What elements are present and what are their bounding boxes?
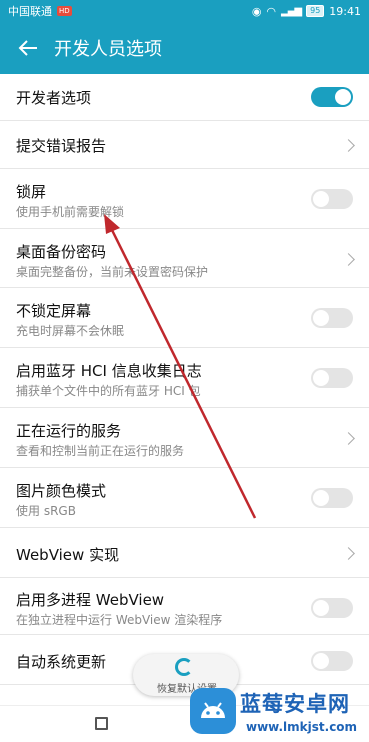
setting-stay-awake[interactable]: 不锁定屏幕 充电时屏幕不会休眠 — [0, 288, 369, 348]
chevron-right-icon — [342, 253, 355, 266]
setting-label: 启用多进程 WebView — [16, 591, 165, 609]
setting-developer-options[interactable]: 开发者选项 — [0, 74, 369, 121]
setting-webview-implementation[interactable]: WebView 实现 — [0, 528, 369, 578]
setting-bluetooth-hci-log[interactable]: 启用蓝牙 HCI 信息收集日志 捕获单个文件中的所有蓝牙 HCI 包 — [0, 348, 369, 408]
setting-label: 自动系统更新 — [16, 653, 107, 671]
setting-label: 不锁定屏幕 — [16, 302, 92, 320]
picture-color-mode-toggle[interactable] — [311, 488, 353, 508]
multiprocess-webview-toggle[interactable] — [311, 598, 353, 618]
setting-subtitle: 查看和控制当前正在运行的服务 — [16, 444, 185, 458]
eye-icon: ◉ — [251, 4, 262, 18]
setting-multiprocess-webview[interactable]: 启用多进程 WebView 在独立进程中运行 WebView 渲染程序 — [0, 578, 369, 635]
watermark-url: www.lmkjst.com — [246, 720, 358, 734]
loading-spinner-icon — [175, 658, 193, 676]
setting-label: 提交错误报告 — [16, 137, 107, 155]
setting-subtitle: 捕获单个文件中的所有蓝牙 HCI 包 — [16, 384, 201, 398]
carrier-name: 中国联通 — [8, 5, 52, 18]
chevron-right-icon — [342, 432, 355, 445]
battery-icon: 95 — [306, 5, 325, 17]
developer-options-toggle[interactable] — [311, 87, 353, 107]
back-arrow-icon[interactable] — [8, 22, 48, 74]
automatic-updates-toggle[interactable] — [311, 651, 353, 671]
setting-label: 桌面备份密码 — [16, 243, 107, 261]
recent-apps-icon[interactable] — [95, 717, 108, 730]
setting-subtitle: 桌面完整备份，当前未设置密码保护 — [16, 265, 209, 279]
setting-label: WebView 实现 — [16, 546, 120, 564]
setting-label: 开发者选项 — [16, 89, 92, 107]
lock-screen-toggle[interactable] — [311, 189, 353, 209]
setting-label: 图片颜色模式 — [16, 482, 107, 500]
setting-subtitle: 充电时屏幕不会休眠 — [16, 324, 125, 338]
setting-label: 正在运行的服务 — [16, 422, 122, 440]
status-bar: 中国联通 HD ◉ ◠ ▂▄▆ 95 19:41 — [0, 0, 369, 22]
setting-running-services[interactable]: 正在运行的服务 查看和控制当前正在运行的服务 — [0, 408, 369, 468]
chevron-right-icon — [342, 547, 355, 560]
wifi-icon: ◠ — [266, 4, 277, 18]
setting-lock-screen[interactable]: 锁屏 使用手机前需要解锁 — [0, 169, 369, 229]
setting-desktop-backup-password[interactable]: 桌面备份密码 桌面完整备份，当前未设置密码保护 — [0, 229, 369, 288]
signal-icon: ▂▄▆ — [281, 5, 302, 17]
watermark: 蓝莓安卓网 www.lmkjst.com — [190, 680, 369, 741]
setting-subtitle: 使用 sRGB — [16, 504, 76, 518]
setting-subtitle: 使用手机前需要解锁 — [16, 205, 125, 219]
watermark-name: 蓝莓安卓网 — [240, 692, 350, 716]
clock: 19:41 — [329, 4, 361, 18]
setting-submit-bug-report[interactable]: 提交错误报告 — [0, 121, 369, 169]
chevron-right-icon — [342, 139, 355, 152]
app-bar: 开发人员选项 — [0, 22, 369, 74]
stay-awake-toggle[interactable] — [311, 308, 353, 328]
setting-picture-color-mode[interactable]: 图片颜色模式 使用 sRGB — [0, 468, 369, 528]
network-badge: HD — [57, 6, 72, 16]
setting-subtitle: 在独立进程中运行 WebView 渲染程序 — [16, 613, 223, 627]
setting-label: 锁屏 — [16, 183, 47, 201]
setting-label: 启用蓝牙 HCI 信息收集日志 — [16, 362, 202, 380]
page-title: 开发人员选项 — [54, 39, 162, 60]
android-logo-icon — [190, 688, 236, 734]
bluetooth-hci-log-toggle[interactable] — [311, 368, 353, 388]
